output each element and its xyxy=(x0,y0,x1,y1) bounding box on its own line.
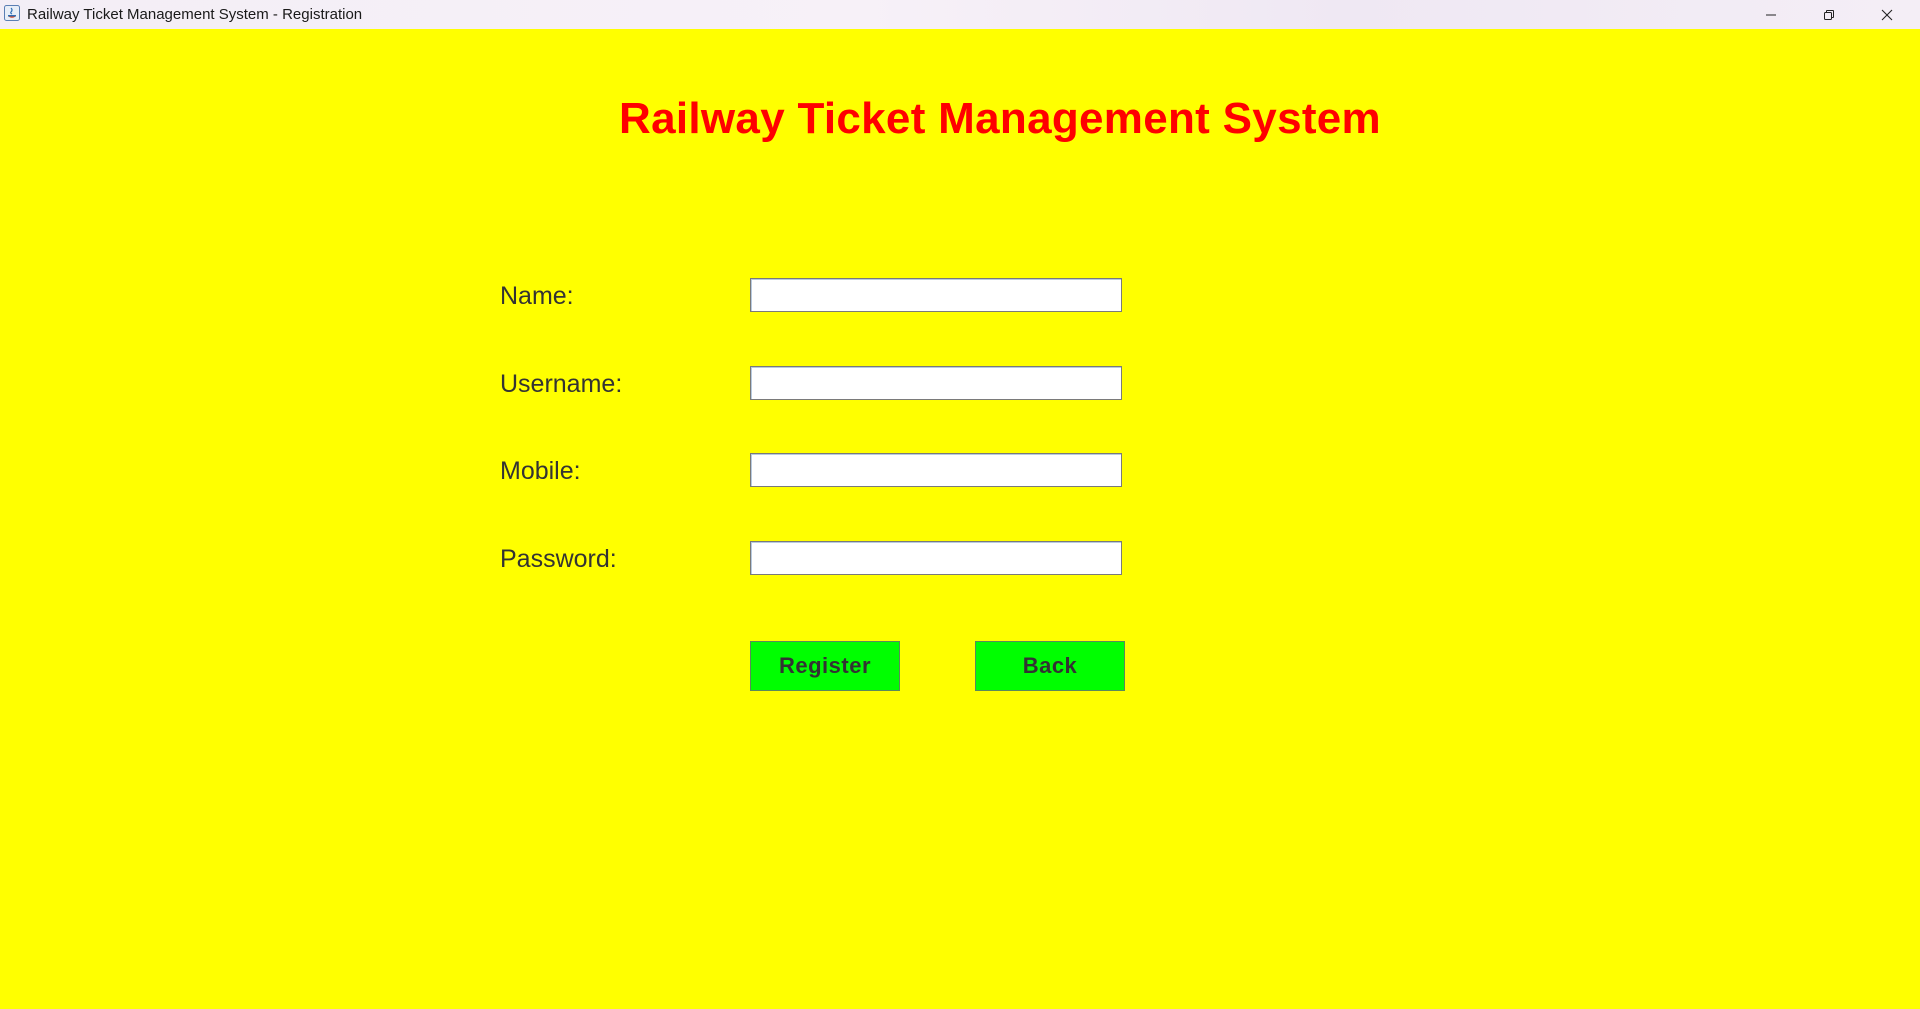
title-bar[interactable]: Railway Ticket Management System - Regis… xyxy=(0,0,1920,29)
mobile-input[interactable] xyxy=(750,453,1122,487)
name-label: Name: xyxy=(500,282,574,310)
page-heading-container: Railway Ticket Management System xyxy=(600,94,1400,144)
page-heading: Railway Ticket Management System xyxy=(619,94,1381,143)
mobile-label: Mobile: xyxy=(500,457,581,485)
minimize-button[interactable] xyxy=(1742,0,1800,29)
close-icon xyxy=(1881,9,1893,21)
register-button[interactable]: Register xyxy=(750,641,900,691)
password-label: Password: xyxy=(500,545,617,573)
back-button[interactable]: Back xyxy=(975,641,1125,691)
username-label: Username: xyxy=(500,370,623,398)
minimize-icon xyxy=(1765,9,1777,21)
maximize-button[interactable] xyxy=(1800,0,1858,29)
username-input[interactable] xyxy=(750,366,1122,400)
app-window: Railway Ticket Management System - Regis… xyxy=(0,0,1920,1009)
name-input[interactable] xyxy=(750,278,1122,312)
password-input[interactable] xyxy=(750,541,1122,575)
close-button[interactable] xyxy=(1858,0,1916,29)
restore-icon xyxy=(1823,9,1835,21)
registration-panel: Railway Ticket Management System Name: U… xyxy=(0,29,1920,1009)
window-title: Railway Ticket Management System - Regis… xyxy=(27,6,363,23)
java-app-icon[interactable] xyxy=(4,5,20,21)
